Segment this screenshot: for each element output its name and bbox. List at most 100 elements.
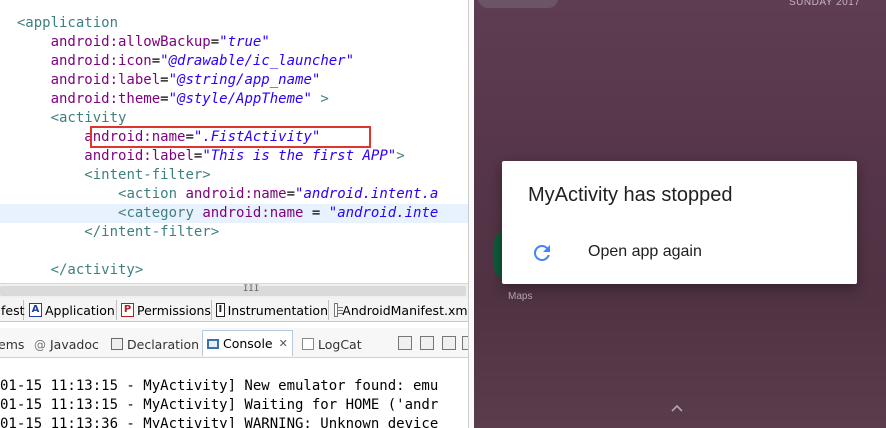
code-token-attr: android:label [84, 148, 194, 164]
pin-console-button[interactable] [442, 336, 456, 350]
date-label: SUNDAY 2017 [789, 0, 861, 8]
tab-javadoc-label: Javadoc [50, 336, 99, 352]
code-token-eq: = [160, 91, 169, 107]
android-emulator-screen: SUNDAY 2017 Maps MyActivity has stopped … [474, 0, 886, 428]
code-token-tag: <action [118, 186, 186, 202]
console-log-line: 01-15 11:13:36 - MyActivity] WARNING: Un… [0, 416, 439, 428]
tab-instrumentation-label: Instrumentation [227, 302, 328, 318]
dialog-title: MyActivity has stopped [528, 184, 733, 206]
tab-problems[interactable]: ems [0, 333, 24, 355]
code-token-tag: <intent-filter> [84, 167, 211, 183]
tab-instrumentation[interactable]: I Instrumentation [213, 300, 329, 320]
code-token-tag: <category [118, 205, 203, 221]
code-line[interactable]: </activity> [0, 261, 468, 280]
editor-horizontal-scrollbar[interactable]: III [0, 283, 468, 298]
code-token-val: "android.intent.a [295, 186, 439, 202]
tab-androidmanifest-xml[interactable]: AndroidManifest.xml [331, 300, 468, 320]
chevron-up-icon[interactable] [671, 402, 683, 414]
code-line[interactable]: android:icon="@drawable/ic_launcher" [0, 52, 468, 71]
tab-console[interactable]: Console ✕ [202, 330, 293, 356]
refresh-icon [533, 244, 550, 261]
console-icon [207, 338, 219, 349]
code-token-val: "This is the first APP" [202, 148, 397, 164]
code-token-val: "@drawable/ic_launcher" [160, 53, 355, 69]
tab-console-label: Console [223, 336, 273, 351]
code-line[interactable]: <action android:name="android.intent.a [0, 185, 468, 204]
code-token-attr: android:name [202, 205, 304, 221]
permissions-icon: P [121, 303, 134, 317]
search-bar-pill[interactable] [478, 0, 558, 8]
declaration-icon [111, 338, 123, 350]
tab-declaration-label: Declaration [127, 336, 200, 352]
open-app-again-label: Open app again [588, 243, 702, 260]
code-token-tag: </intent-filter> [84, 224, 220, 240]
code-line[interactable] [0, 242, 468, 261]
app-crash-dialog: MyActivity has stopped Open app again [502, 161, 857, 284]
code-token-eq: = [210, 34, 220, 50]
code-token-attr: android:allowBackup [50, 34, 211, 50]
code-token-tag: <application [16, 15, 119, 31]
tab-application-label: Application [45, 302, 115, 318]
xml-file-icon [334, 303, 344, 317]
instrumentation-icon: I [216, 303, 225, 317]
scroll-lock-button[interactable] [420, 336, 434, 350]
tab-logcat-label: LogCat [318, 336, 362, 352]
maps-app-label: Maps [508, 291, 533, 302]
manifest-editor-tab-bar: fest A Application P Permissions I Instr… [0, 298, 468, 322]
code-token-attr: android:icon [50, 53, 152, 69]
clear-console-button[interactable] [398, 336, 412, 350]
code-line[interactable]: <application [0, 14, 468, 33]
application-icon: A [29, 303, 42, 317]
tab-manifest-label: fest [1, 302, 25, 318]
code-line[interactable]: android:allowBackup="true" [0, 33, 468, 52]
scrollbar-thumb[interactable] [0, 286, 466, 296]
code-token-tag: </activity> [50, 262, 144, 278]
code-line[interactable]: <intent-filter> [0, 166, 468, 185]
code-line[interactable]: android:label="@string/app_name" [0, 71, 468, 90]
scrollbar-grip-icon: III [243, 284, 260, 294]
code-line[interactable]: <category android:name = "android.inte [0, 204, 468, 223]
code-token-eq: = [303, 205, 329, 221]
code-token-eq: = [151, 53, 161, 69]
tab-application[interactable]: A Application [26, 300, 117, 320]
console-log-line: 01-15 11:13:15 - MyActivity] Waiting for… [0, 397, 439, 413]
code-token-tag: > [396, 148, 405, 164]
code-token-val: "android.inte [328, 205, 439, 221]
tab-problems-label: ems [0, 336, 25, 352]
tab-permissions-label: Permissions [137, 302, 211, 318]
code-token-tag: <activity [50, 110, 127, 126]
code-line[interactable]: android:theme="@style/AppTheme" > [0, 90, 468, 109]
activity-name-highlight-box [90, 126, 371, 148]
tab-declaration[interactable]: Declaration [111, 333, 199, 355]
console-view-tab-bar: ems @ Javadoc Declaration Console ✕ LogC… [0, 328, 468, 358]
console-output[interactable]: 01-15 11:13:15 - MyActivity] New emulato… [0, 372, 468, 428]
javadoc-icon: @ [34, 338, 46, 352]
tab-permissions[interactable]: P Permissions [118, 300, 212, 320]
close-console-icon[interactable]: ✕ [279, 337, 288, 350]
code-line[interactable]: android:label="This is the first APP"> [0, 147, 468, 166]
code-token-attr: android:label [50, 72, 161, 88]
code-token-eq: = [286, 186, 296, 202]
tab-logcat[interactable]: LogCat [302, 333, 362, 355]
tab-xml-label: AndroidManifest.xml [342, 302, 468, 318]
open-app-again-button[interactable]: Open app again [502, 233, 857, 273]
code-token-eq: = [160, 72, 169, 88]
tab-manifest[interactable]: fest [0, 300, 25, 320]
code-token-val: "@style/AppTheme" [168, 91, 312, 107]
code-token-val: "@string/app_name" [168, 72, 321, 88]
code-token-attr: android:theme [50, 91, 161, 107]
tab-javadoc[interactable]: @ Javadoc [34, 333, 99, 355]
code-token-val: "true" [219, 34, 270, 50]
code-line[interactable]: </intent-filter> [0, 223, 468, 242]
